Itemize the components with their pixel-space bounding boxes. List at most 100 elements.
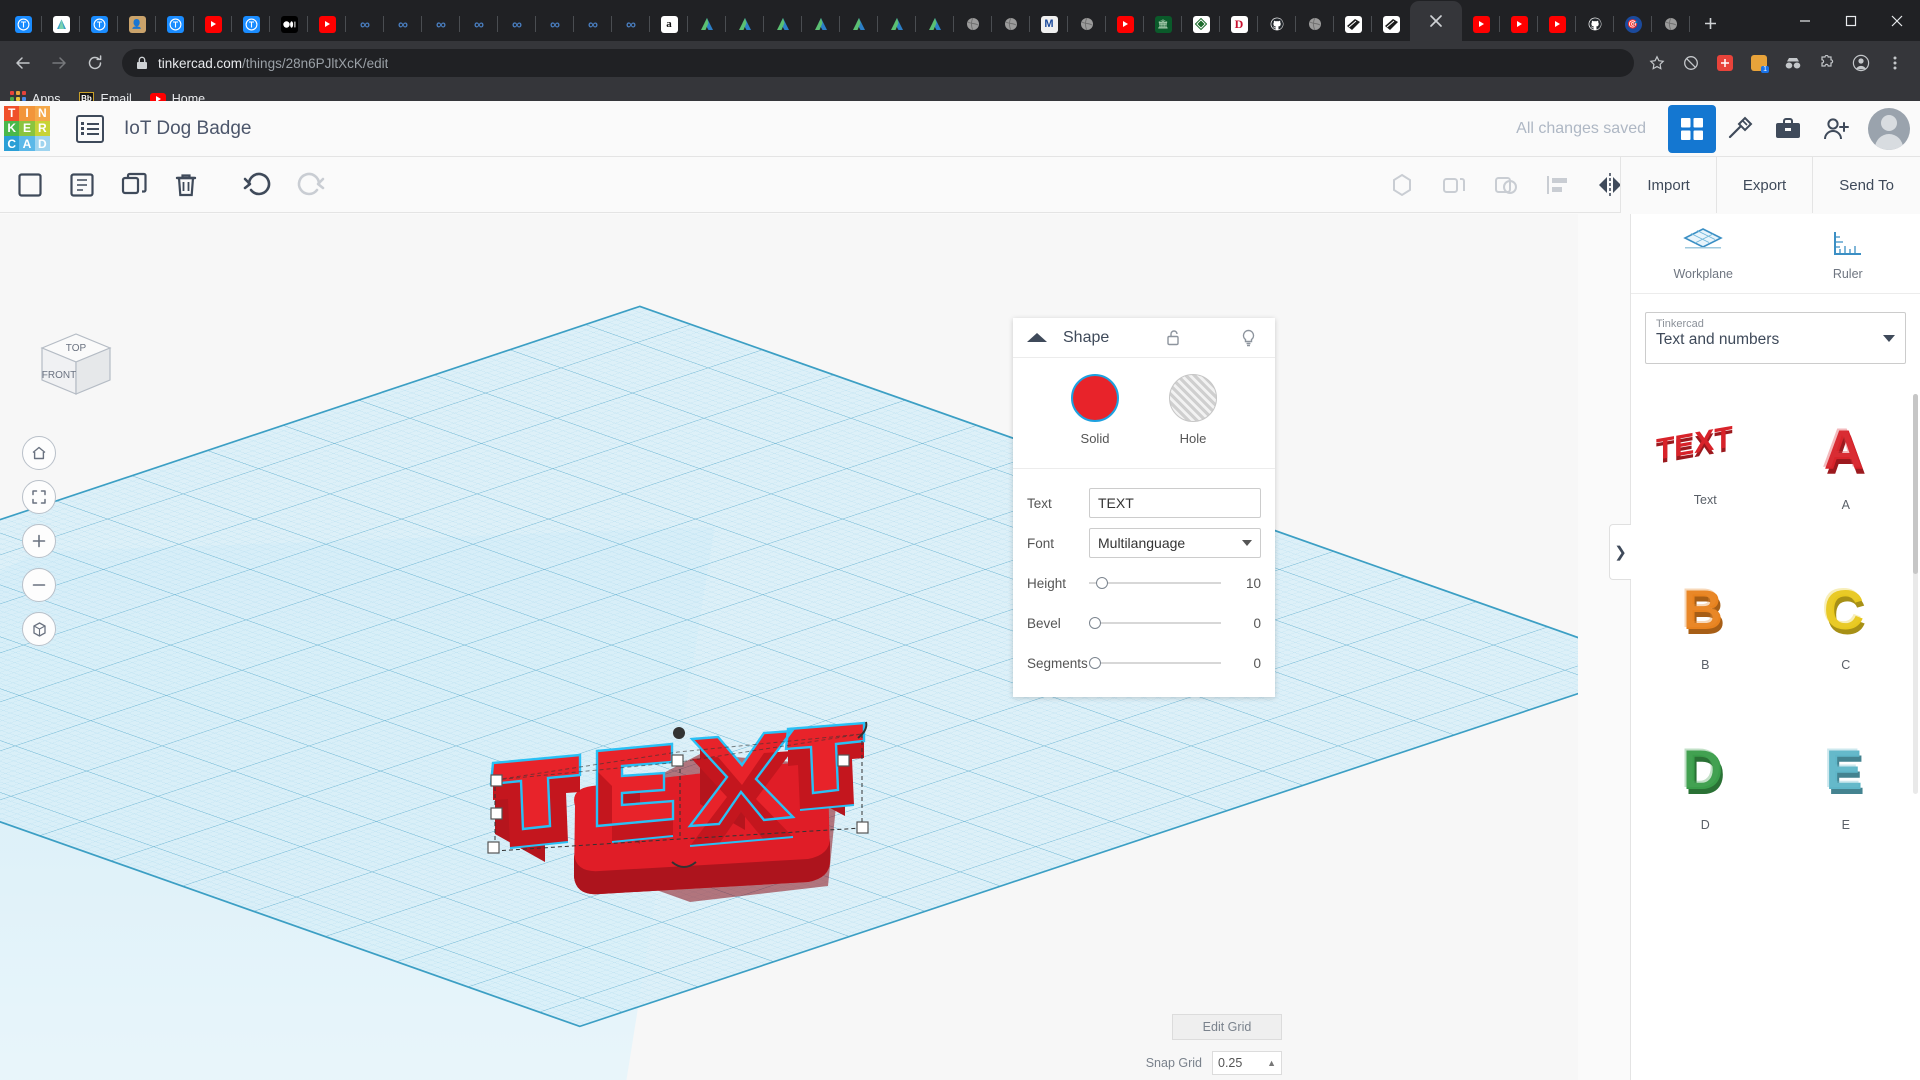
ruler-button[interactable]: Ruler [1776,214,1920,293]
codecademy-tab[interactable]: ∞ [574,7,612,41]
viewport-3d[interactable]: TOP FRONT [0,214,1578,1080]
category-select[interactable]: Tinkercad Text and numbers [1645,312,1906,364]
school-tab[interactable]: 🏛 [1144,7,1182,41]
paste-button[interactable] [60,163,104,207]
forward-button[interactable] [44,48,74,78]
photo-tab[interactable]: 👤 [118,7,156,41]
codecademy-tab[interactable]: ∞ [612,7,650,41]
generic-tab[interactable] [992,7,1030,41]
library-collapse-button[interactable]: ❯ [1609,524,1631,580]
github-tab[interactable] [1576,7,1614,41]
puzzle-icon[interactable] [1812,48,1842,78]
shape-e[interactable]: EEEE [1778,704,1915,860]
maximize-button[interactable] [1828,0,1874,41]
shape-b[interactable]: BBBB [1637,544,1774,700]
codecademy-tab[interactable]: ∞ [536,7,574,41]
shape-a[interactable]: AAAA [1778,384,1915,540]
slider-knob[interactable] [1089,657,1101,669]
ungroup-icon[interactable] [1432,163,1476,207]
address-bar[interactable]: tinkercad.com/things/28n6PJltXcK/edit [122,49,1634,77]
incognito-icon[interactable] [1778,48,1808,78]
reload-button[interactable] [80,48,110,78]
codecademy-tab[interactable]: ∞ [384,7,422,41]
generic-tab[interactable] [1068,7,1106,41]
youtube-tab[interactable] [194,7,232,41]
autodesk-tab[interactable] [802,7,840,41]
trash-icon[interactable] [164,163,208,207]
tinkercad-tab[interactable] [156,7,194,41]
minus-icon[interactable] [22,568,56,602]
library-scrollbar[interactable] [1913,394,1918,794]
edit-grid-button[interactable]: Edit Grid [1172,1014,1282,1040]
m-tab[interactable]: M [1030,7,1068,41]
bevel-slider[interactable] [1089,608,1221,638]
generic-tab[interactable] [954,7,992,41]
shape-d[interactable]: DDDD [1637,704,1774,860]
codecademy-tab[interactable]: ∞ [498,7,536,41]
hole-swatch[interactable] [1169,374,1217,422]
redo-button[interactable] [288,163,332,207]
profile-icon[interactable] [1846,48,1876,78]
devils-tab[interactable]: D [1220,7,1258,41]
star-icon[interactable] [1642,48,1672,78]
undo-button[interactable] [236,163,280,207]
slider-knob[interactable] [1089,617,1101,629]
autodesk-tab[interactable] [688,7,726,41]
group-icon[interactable] [1380,163,1424,207]
medium-tab[interactable] [270,7,308,41]
youtube-tab[interactable] [1462,7,1500,41]
workplane-button[interactable]: Workplane [1631,214,1776,293]
tinkercad-tab[interactable] [80,7,118,41]
teach-button[interactable] [1764,105,1812,153]
import-button[interactable]: Import [1620,157,1716,213]
codecademy-tab[interactable]: ∞ [460,7,498,41]
block-icon[interactable] [1676,48,1706,78]
codecademy-tab[interactable]: ∞ [346,7,384,41]
extension-orange-icon[interactable]: 1 [1744,48,1774,78]
autodesk-tab[interactable] [726,7,764,41]
avatar[interactable] [1868,108,1910,150]
youtube-tab[interactable] [1538,7,1576,41]
duplicate-button[interactable] [112,163,156,207]
github-tab[interactable] [1258,7,1296,41]
slider-knob[interactable] [1096,577,1108,589]
font-select[interactable]: Multilanguage [1089,528,1261,558]
generic-tab[interactable] [1296,7,1334,41]
export-button[interactable]: Export [1716,157,1812,213]
amazon-tab[interactable]: a [650,7,688,41]
extension-red-icon[interactable] [1710,48,1740,78]
autodesk-tab[interactable] [916,7,954,41]
sketch-tab[interactable] [1334,7,1372,41]
grid-view-button[interactable] [1668,105,1716,153]
shape-c[interactable]: CCCC [1778,544,1915,700]
codecademy-tab[interactable]: ∞ [422,7,460,41]
new-tab-button[interactable] [1696,9,1724,37]
autodesk-tab[interactable] [840,7,878,41]
text-input[interactable]: TEXT [1089,488,1261,518]
sketch-tab[interactable] [1372,7,1410,41]
project-list-button[interactable] [76,115,104,143]
minimize-button[interactable] [1782,0,1828,41]
plus-icon[interactable] [22,524,56,558]
scrollbar-thumb[interactable] [1913,394,1918,574]
autodesk-tab[interactable] [764,7,802,41]
codeblocks-button[interactable] [1716,105,1764,153]
youtube-tab[interactable] [1500,7,1538,41]
height-slider[interactable] [1089,568,1221,598]
school2-tab[interactable] [1182,7,1220,41]
view-cube[interactable]: TOP FRONT [28,326,108,406]
autodesk-tab[interactable] [42,7,80,41]
back-button[interactable] [8,48,38,78]
snap-grid-select[interactable]: 0.25 ▲ [1212,1051,1282,1075]
fit-icon[interactable] [22,480,56,514]
segments-slider[interactable] [1089,648,1221,678]
solid-color-swatch[interactable] [1071,374,1119,422]
autodesk-tab[interactable] [878,7,916,41]
send-to-button[interactable]: Send To [1812,157,1920,213]
collapse-caret-icon[interactable] [1027,333,1047,342]
hole-mode[interactable]: Hole [1169,374,1217,448]
tinkercad-tab[interactable] [4,7,42,41]
cube-icon[interactable] [22,612,56,646]
home-icon[interactable] [22,436,56,470]
invite-button[interactable] [1812,105,1860,153]
